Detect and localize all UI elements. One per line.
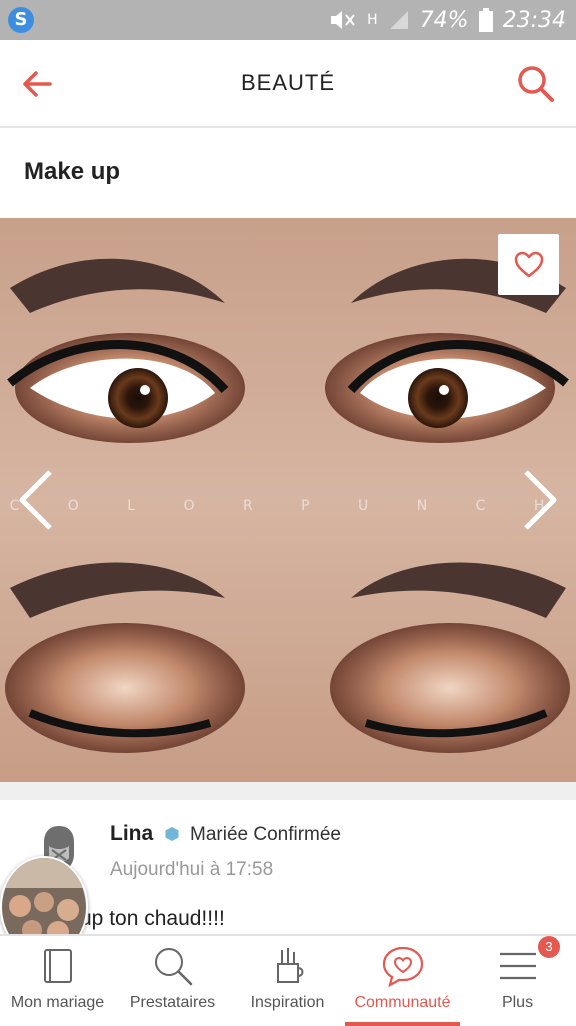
chat-heart-icon [382,946,423,988]
nav-label: Prestataires [129,994,216,1011]
section-header: Make up [0,130,576,218]
status-bar: S H 74% 23:34 [0,0,576,40]
page-title: BEAUTÉ [240,70,336,95]
magnifier-icon [154,948,192,986]
previous-image-arrow-icon[interactable] [16,468,56,532]
nav-communaute[interactable]: Communauté [345,936,460,1026]
nav-mon-mariage[interactable]: Mon mariage [0,936,115,1026]
clock: 23:34 [502,7,566,33]
book-icon [43,949,72,983]
section-title: Make up [24,158,121,185]
nav-label: Inspiration [250,994,325,1011]
nav-label: Mon mariage [10,994,105,1011]
comment-timestamp: Aujourd'hui à 17:58 [110,859,274,880]
menu-icon [499,952,536,980]
network-type: H [367,12,378,28]
nav-inspiration[interactable]: Inspiration [230,936,345,1026]
nav-label: Communauté [354,994,451,1011]
brush-cup-icon [276,948,303,983]
eye-makeup-image: C O L O R P U N C H [0,218,576,782]
nav-label: Plus [501,994,534,1011]
mute-icon [331,11,355,29]
battery-icon [478,8,493,32]
watermark-text: C O L O R P U N C H [10,498,567,514]
bottom-navigation: Mon mariage Prestataires Inspiration Com… [0,934,576,1026]
app-notification-icon: S [8,7,34,33]
notification-badge: 3 [538,936,560,958]
signal-icon [389,11,408,29]
comment-author[interactable]: Lina [110,822,153,846]
makeup-photo[interactable]: C O L O R P U N C H [0,218,576,782]
heart-icon [514,251,543,277]
app-bar: BEAUTÉ [0,40,576,128]
user-badge-label: Mariée Confirmée [190,824,341,845]
next-image-arrow-icon[interactable] [520,468,560,532]
comment-text: up ton chaud!!!! [80,907,225,930]
divider [0,782,576,800]
battery-percent: 74% [419,7,469,33]
badge-hexagon-icon [165,827,179,841]
status-icons: H 74% 23:34 [327,6,566,34]
nav-prestataires[interactable]: Prestataires [115,936,230,1026]
favorite-button[interactable] [498,234,559,295]
search-icon[interactable] [514,62,558,106]
